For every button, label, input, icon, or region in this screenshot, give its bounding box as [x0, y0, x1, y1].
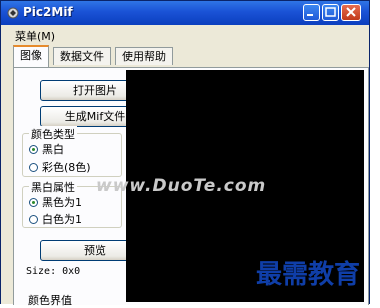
color-threshold-label: 颜色界值 [28, 294, 72, 307]
tab-strip: 图像 数据文件 使用帮助 [1, 45, 369, 67]
menu-bar: 菜单(M) [1, 26, 369, 44]
minimize-button[interactable] [303, 4, 320, 21]
color-type-group: 颜色类型 黑白 彩色(8色) [22, 126, 122, 177]
tab-help[interactable]: 使用帮助 [115, 47, 173, 65]
close-icon [346, 7, 356, 17]
app-icon [7, 7, 19, 19]
maximize-button[interactable] [322, 4, 339, 21]
radio-label-black-white: 黑白 [42, 143, 64, 156]
radio-selected-icon [29, 197, 38, 207]
radio-selected-icon [29, 144, 38, 154]
radio-label-white-is-1: 白色为1 [42, 213, 82, 226]
title-bar[interactable]: Pic2Mif [1, 1, 369, 25]
size-readout: Size: 0x0 [26, 266, 81, 277]
radio-black-white[interactable]: 黑白 [29, 141, 64, 157]
bw-property-title: 黑白属性 [29, 179, 77, 195]
tab-image[interactable]: 图像 [13, 45, 49, 67]
radio-white-is-1[interactable]: 白色为1 [29, 211, 82, 227]
maximize-icon [325, 7, 336, 17]
radio-unselected-icon [29, 214, 38, 224]
radio-label-color-8: 彩色(8色) [42, 161, 91, 174]
radio-unselected-icon [29, 162, 38, 172]
tab-data-file[interactable]: 数据文件 [53, 47, 111, 65]
minimize-icon [307, 14, 313, 16]
radio-label-black-is-1: 黑色为1 [42, 196, 82, 209]
menu-item-main[interactable]: 菜单(M) [15, 28, 55, 44]
radio-color-8[interactable]: 彩色(8色) [29, 159, 91, 175]
watermark-text: www.DuoTe.com [96, 176, 267, 196]
brand-overlay: 最需教育 [256, 260, 361, 290]
window-title: Pic2Mif [23, 5, 73, 19]
radio-black-is-1[interactable]: 黑色为1 [29, 194, 82, 210]
color-type-title: 颜色类型 [29, 126, 77, 142]
close-button[interactable] [341, 4, 361, 21]
